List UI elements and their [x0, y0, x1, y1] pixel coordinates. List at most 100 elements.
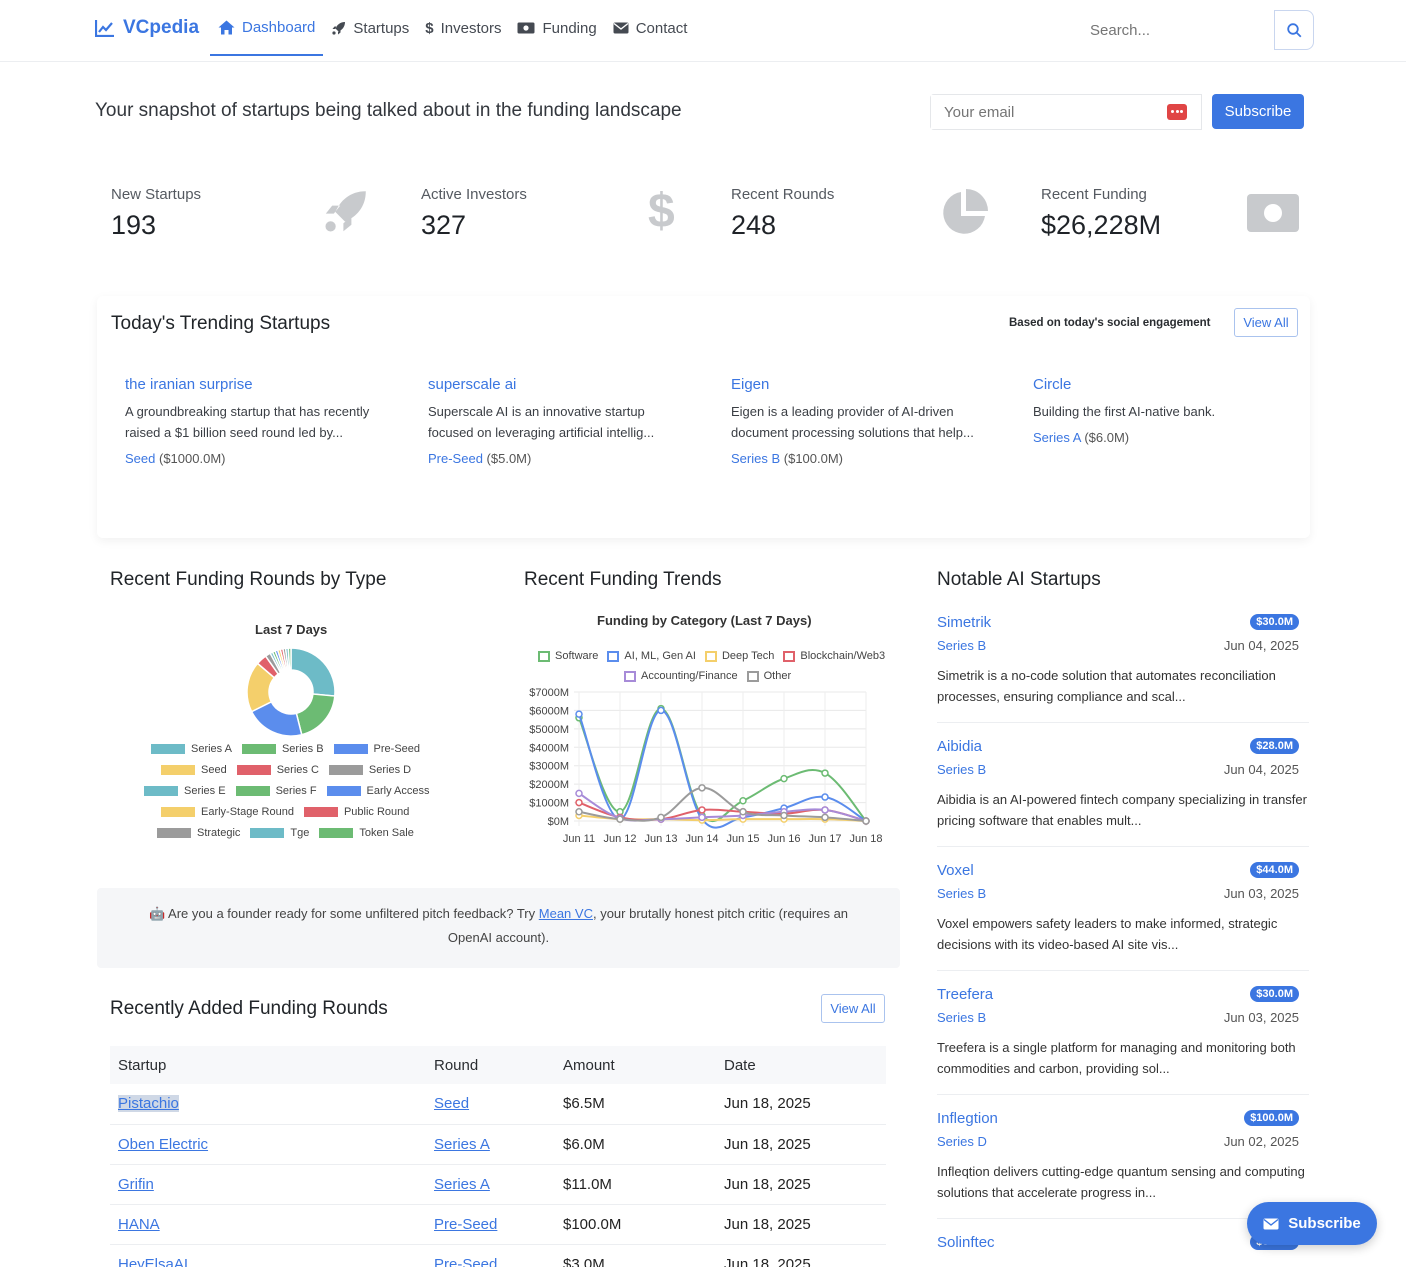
nav-dashboard[interactable]: Dashboard [210, 0, 324, 56]
startup-link[interactable]: Grifin [118, 1176, 154, 1193]
notable-item[interactable]: Inflegtion $100.0M Series D Jun 02, 2025… [937, 1110, 1309, 1220]
notable-item[interactable]: Simetrik $30.0M Series B Jun 04, 2025 Si… [937, 614, 1309, 724]
col-round[interactable]: Round [426, 1046, 555, 1084]
notable-name[interactable]: Simetrik [937, 614, 991, 631]
point-other-1[interactable] [616, 815, 624, 823]
pie-slice-series-a[interactable] [290, 647, 336, 697]
round-link[interactable]: Series A [434, 1176, 490, 1193]
legend-item[interactable]: Series E [144, 785, 226, 797]
point-ai-ml-gen-ai-6[interactable] [821, 793, 829, 801]
funding-rounds-donut-chart[interactable] [245, 646, 337, 738]
point-accounting-finance-6[interactable] [821, 806, 829, 814]
trending-view-all-button[interactable]: View All [1234, 308, 1298, 337]
trending-card-name[interactable]: superscale ai [428, 376, 693, 393]
point-blockchain-web3-3[interactable] [698, 806, 706, 814]
trending-card[interactable]: Circle Building the first AI-native bank… [1033, 376, 1298, 445]
legend-item[interactable]: Pre-Seed [333, 743, 420, 755]
point-accounting-finance-0[interactable] [575, 789, 583, 798]
point-other-4[interactable] [739, 808, 747, 816]
round-type[interactable]: Series A [1033, 430, 1081, 445]
search-button[interactable] [1274, 10, 1314, 50]
recent-rounds-view-all-button[interactable]: View All [821, 994, 885, 1023]
legend-item[interactable]: Series C [236, 764, 319, 776]
trending-card[interactable]: Eigen Eigen is a leading provider of AI-… [731, 376, 996, 466]
point-ai-ml-gen-ai-0[interactable] [575, 710, 583, 718]
subscribe-button[interactable]: Subscribe [1212, 94, 1304, 129]
notable-name[interactable]: Solinftec [937, 1234, 995, 1251]
legend-item[interactable]: Blockchain/Web3 [783, 650, 885, 662]
legend-item[interactable]: Seed [161, 764, 227, 776]
legend-item[interactable]: Deep Tech [704, 650, 774, 662]
point-other-7[interactable] [862, 817, 870, 825]
notable-round[interactable]: Series B [937, 1010, 986, 1025]
point-other-0[interactable] [575, 808, 583, 816]
funding-trends-line-chart[interactable]: $0M $1000M $2000M $3000M $4000M $5000M $6000M $… [510, 680, 890, 850]
trending-card-name[interactable]: Circle [1033, 376, 1298, 393]
col-amount[interactable]: Amount [555, 1046, 716, 1084]
round-type[interactable]: Pre-Seed [428, 451, 483, 466]
brand-logo[interactable]: VCpedia [95, 17, 199, 39]
legend-item[interactable]: Software [538, 650, 598, 662]
notable-name[interactable]: Inflegtion [937, 1110, 998, 1127]
round-link[interactable]: Pre-Seed [434, 1216, 497, 1233]
password-manager-icon[interactable] [1167, 104, 1187, 120]
point-other-3[interactable] [698, 784, 706, 792]
trending-card-name[interactable]: the iranian surprise [125, 376, 390, 393]
startup-link[interactable]: HeyElsaAI [118, 1256, 188, 1267]
notable-name[interactable]: Voxel [937, 862, 974, 879]
legend-item[interactable]: Early-Stage Round [161, 806, 294, 818]
notable-item[interactable]: Solinftec $60.0M [937, 1234, 1299, 1267]
trending-card[interactable]: the iranian surprise A groundbreaking st… [125, 376, 390, 466]
nav-startups[interactable]: Startups [323, 0, 417, 56]
legend-item[interactable]: Strategic [157, 827, 240, 839]
nav-investors[interactable]: $ Investors [417, 0, 509, 56]
floating-subscribe-button[interactable]: Subscribe [1247, 1202, 1377, 1245]
legend-item[interactable]: Series F [235, 785, 317, 797]
round-link[interactable]: Seed [434, 1095, 469, 1112]
point-blockchain-web3-0[interactable] [575, 798, 583, 807]
notable-round[interactable]: Series B [937, 638, 986, 653]
legend-item[interactable]: Public Round [303, 806, 409, 818]
startup-link[interactable]: Oben Electric [118, 1136, 208, 1153]
nav-funding[interactable]: Funding [509, 0, 604, 56]
legend-item[interactable]: AI, ML, Gen AI [607, 650, 696, 662]
legend-item[interactable]: Series B [241, 743, 324, 755]
col-date[interactable]: Date [716, 1046, 886, 1084]
startup-link[interactable]: HANA [118, 1216, 160, 1233]
notable-name[interactable]: Aibidia [937, 738, 982, 755]
mean-vc-link[interactable]: Mean VC [539, 906, 593, 921]
round-type[interactable]: Seed [125, 451, 155, 466]
notable-name[interactable]: Treefera [937, 986, 993, 1003]
round-link[interactable]: Series A [434, 1136, 490, 1153]
point-software-6[interactable] [821, 769, 829, 777]
notable-round[interactable]: Series B [937, 762, 986, 777]
legend-item[interactable]: Token Sale [319, 827, 414, 839]
series-line-software[interactable] [578, 707, 867, 823]
legend-item[interactable]: Series D [328, 764, 411, 776]
notable-item[interactable]: Aibidia $28.0M Series B Jun 04, 2025 Aib… [937, 738, 1309, 848]
point-accounting-finance-3[interactable] [698, 813, 706, 822]
legend-item[interactable]: Early Access [326, 785, 430, 797]
legend-item[interactable]: Tge [250, 827, 309, 839]
col-startup[interactable]: Startup [110, 1046, 426, 1084]
trending-card-name[interactable]: Eigen [731, 376, 996, 393]
legend-item[interactable]: Series A [151, 743, 232, 755]
point-software-5[interactable] [780, 774, 788, 783]
notable-round[interactable]: Series D [937, 1134, 987, 1149]
pie-slice-series-b[interactable] [295, 693, 336, 736]
point-other-2[interactable] [657, 813, 665, 822]
point-other-5[interactable] [780, 811, 788, 820]
trending-card[interactable]: superscale ai Superscale AI is an innova… [428, 376, 693, 466]
point-ai-ml-gen-ai-2[interactable] [657, 706, 665, 715]
round-type[interactable]: Series B [731, 451, 780, 466]
email-field[interactable] [931, 95, 1151, 129]
pie-slice-token-sale[interactable] [287, 647, 292, 671]
nav-contact[interactable]: Contact [605, 0, 696, 56]
round-link[interactable]: Pre-Seed [434, 1256, 497, 1267]
point-software-4[interactable] [739, 796, 747, 805]
notable-item[interactable]: Treefera $30.0M Series B Jun 03, 2025 Tr… [937, 986, 1309, 1096]
startup-link[interactable]: Pistachio [118, 1095, 179, 1113]
notable-round[interactable]: Series B [937, 886, 986, 901]
point-other-6[interactable] [821, 813, 829, 822]
notable-item[interactable]: Voxel $44.0M Series B Jun 03, 2025 Voxel… [937, 862, 1309, 972]
